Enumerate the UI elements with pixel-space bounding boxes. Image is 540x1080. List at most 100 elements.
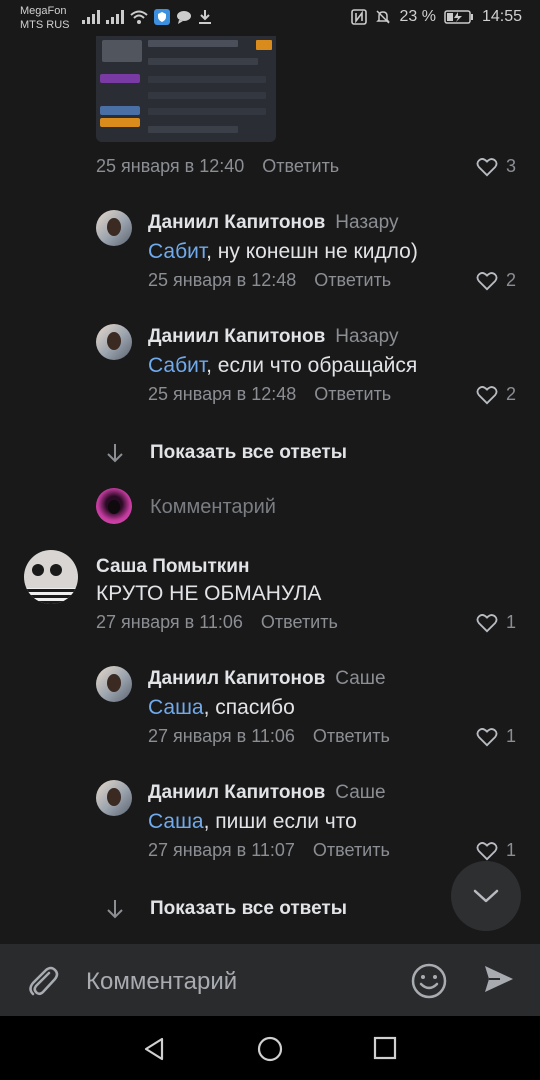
avatar[interactable]	[24, 550, 78, 604]
heart-icon	[476, 727, 498, 746]
shield-app-icon	[154, 9, 170, 25]
reply-meta: 25 января в 12:48 Ответить	[148, 270, 391, 291]
mention-link[interactable]: Саша	[148, 810, 204, 833]
reply-button[interactable]: Ответить	[314, 384, 391, 405]
reply-date: 27 января в 11:06	[148, 726, 295, 746]
scroll-down-button[interactable]	[451, 861, 521, 931]
reply-button[interactable]: Ответить	[313, 840, 390, 861]
chat-bubble-icon	[177, 11, 191, 24]
like-count: 1	[506, 726, 517, 746]
status-icons-right: 23 % 14:55	[351, 8, 522, 26]
battery-percent: 23 %	[399, 8, 436, 25]
heart-icon	[476, 157, 498, 176]
reply-meta: 25 января в 12:48 Ответить	[148, 384, 391, 405]
reply-header: Даниил Капитонов Саше	[148, 668, 386, 690]
author-name[interactable]: Даниил Капитонов	[148, 326, 325, 347]
reply-to[interactable]: Назару	[335, 326, 398, 347]
comment-date: 25 января в 12:40	[96, 156, 245, 176]
like-button[interactable]: 1	[476, 612, 516, 633]
reply-button[interactable]: Ответить	[314, 270, 391, 291]
arrow-down-icon	[107, 444, 123, 463]
home-circle-icon[interactable]	[257, 1036, 283, 1062]
avatar[interactable]	[96, 324, 132, 360]
status-bar: MegaFon MTS RUS 23 % 14:55	[0, 0, 540, 38]
wifi-icon	[130, 10, 148, 24]
like-count: 3	[506, 156, 517, 176]
author-name[interactable]: Даниил Капитонов	[148, 212, 325, 233]
recent-square-icon[interactable]	[373, 1036, 397, 1060]
avatar[interactable]	[96, 666, 132, 702]
back-triangle-icon[interactable]	[142, 1036, 166, 1062]
heart-icon	[476, 841, 498, 860]
like-button[interactable]: 2	[476, 384, 516, 405]
heart-icon	[476, 385, 498, 404]
reply-text: Сабит, ну конешн не кидло)	[148, 240, 418, 264]
mute-bell-icon	[376, 10, 391, 24]
show-all-replies-button[interactable]: Показать все ответы	[104, 898, 347, 920]
reply-body: , пиши если что	[203, 810, 357, 833]
like-button[interactable]: 2	[476, 270, 516, 291]
reply-meta: 27 января в 11:07 Ответить	[148, 840, 390, 861]
carrier-2: MTS RUS	[20, 19, 70, 31]
status-icons-left	[82, 9, 212, 25]
signal-icon	[82, 10, 100, 24]
show-all-label: Показать все ответы	[150, 898, 347, 919]
reply-button[interactable]: Ответить	[261, 612, 338, 633]
mention-link[interactable]: Саша	[148, 696, 204, 719]
top-comment-meta: 25 января в 12:40 Ответить	[96, 156, 339, 177]
show-all-label: Показать все ответы	[150, 442, 347, 463]
heart-icon	[476, 613, 498, 632]
comment-input[interactable]: Комментарий	[86, 968, 237, 996]
like-count: 2	[506, 384, 517, 404]
chevron-down-icon	[473, 889, 499, 903]
reply-header: Даниил Капитонов Назару	[148, 326, 398, 348]
comment-input-bar: Комментарий	[0, 944, 540, 1016]
reply-date: 25 января в 12:48	[148, 384, 297, 404]
avatar[interactable]	[96, 780, 132, 816]
reply-meta: 27 января в 11:06 Ответить	[148, 726, 390, 747]
reply-text: Сабит, если что обращайся	[148, 354, 417, 378]
author-name[interactable]: Саша Помыткин	[96, 556, 249, 577]
reply-body: , если что обращайся	[206, 354, 418, 377]
heart-icon	[476, 271, 498, 290]
reply-button[interactable]: Ответить	[313, 726, 390, 747]
comment-date: 27 января в 11:06	[96, 612, 243, 632]
reply-body: , ну конешн не кидло)	[206, 240, 418, 263]
reply-to[interactable]: Саше	[335, 668, 385, 689]
like-button[interactable]: 1	[476, 840, 516, 861]
like-count: 1	[506, 840, 517, 860]
author-name[interactable]: Даниил Капитонов	[148, 782, 325, 803]
carrier-label: MegaFon MTS RUS	[20, 4, 70, 32]
arrow-down-icon	[107, 900, 123, 919]
download-icon	[199, 10, 211, 24]
like-button[interactable]: 1	[476, 726, 516, 747]
comment-prompt[interactable]: Комментарий	[150, 496, 276, 519]
reply-to[interactable]: Назару	[335, 212, 398, 233]
avatar[interactable]	[96, 210, 132, 246]
reply-button[interactable]: Ответить	[262, 156, 339, 177]
author-name[interactable]: Даниил Капитонов	[148, 668, 325, 689]
show-all-replies-button[interactable]: Показать все ответы	[104, 442, 347, 464]
reply-header: Даниил Капитонов Назару	[148, 212, 398, 234]
battery-icon	[444, 10, 473, 24]
reply-to[interactable]: Саше	[335, 782, 385, 803]
comment-text: КРУТО НЕ ОБМАНУЛА	[96, 582, 322, 605]
like-button[interactable]: 3	[476, 156, 516, 177]
system-nav-bar	[0, 1016, 540, 1080]
attached-image[interactable]	[96, 36, 276, 142]
reply-header: Даниил Капитонов Саше	[148, 782, 386, 804]
paperclip-icon[interactable]	[26, 964, 60, 1000]
reply-text: Саша, спасибо	[148, 696, 295, 720]
mention-link[interactable]: Сабит	[148, 354, 206, 377]
like-count: 1	[506, 612, 517, 632]
reply-body: , спасибо	[203, 696, 295, 719]
comment-header: Саша Помыткин	[96, 556, 249, 578]
signal-icon-2	[106, 10, 124, 24]
send-icon[interactable]	[482, 962, 516, 996]
reply-date: 25 января в 12:48	[148, 270, 297, 290]
reply-date: 27 января в 11:07	[148, 840, 295, 860]
mention-link[interactable]: Сабит	[148, 240, 206, 263]
carrier-1: MegaFon	[20, 5, 67, 17]
my-avatar	[96, 488, 132, 524]
emoji-icon[interactable]	[410, 962, 448, 1000]
